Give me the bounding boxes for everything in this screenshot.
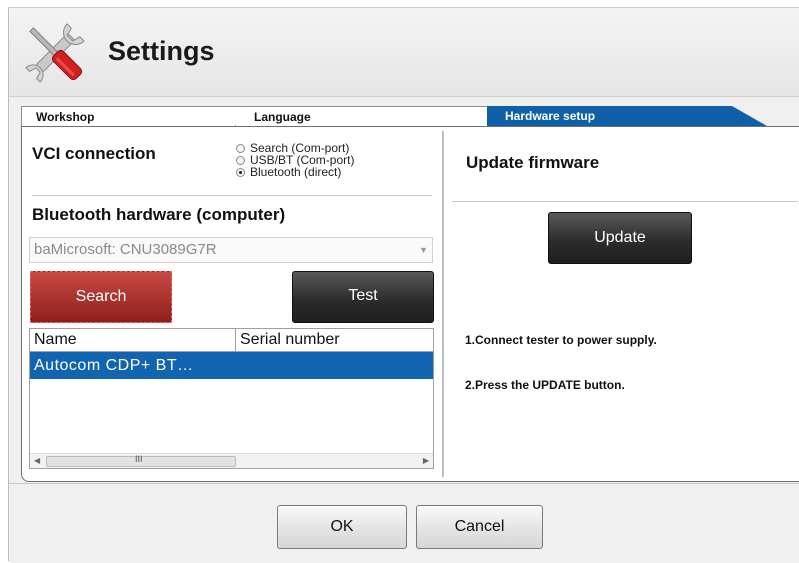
panel-divider xyxy=(442,131,444,477)
scroll-right-icon[interactable]: ▶ xyxy=(423,454,429,468)
list-item[interactable]: Autocom CDP+ BT… xyxy=(30,352,433,379)
bluetooth-adapter-select[interactable]: baMicrosoft: CNU3089G7R ▼ xyxy=(29,237,433,263)
column-header-name[interactable]: Name xyxy=(34,331,77,349)
column-header-serial[interactable]: Serial number xyxy=(240,331,340,349)
horizontal-scrollbar[interactable]: ◀ III ▶ xyxy=(30,453,433,468)
tab-language[interactable]: Language xyxy=(235,106,497,126)
vci-radio-group: Search (Com-port) USB/BT (Com-port) Blue… xyxy=(236,142,354,178)
tab-hardware-setup[interactable]: Hardware setup xyxy=(487,106,767,126)
scroll-thumb[interactable]: III xyxy=(46,454,236,467)
hardware-setup-panel: VCI connection Search (Com-port) USB/BT … xyxy=(21,126,799,482)
radio-icon xyxy=(236,143,245,153)
list-header: Name Serial number xyxy=(30,329,433,352)
select-value: baMicrosoft: CNU3089G7R xyxy=(34,241,217,258)
radio-bluetooth-direct[interactable]: Bluetooth (direct) xyxy=(236,166,354,178)
list-item-name: Autocom CDP+ BT… xyxy=(34,357,194,374)
radio-checked-icon xyxy=(236,167,245,177)
update-firmware-heading: Update firmware xyxy=(466,153,600,172)
footer: OK Cancel xyxy=(9,483,799,563)
tab-workshop[interactable]: Workshop xyxy=(21,106,245,126)
scroll-left-icon[interactable]: ◀ xyxy=(34,454,40,468)
search-button[interactable]: Search xyxy=(30,271,172,323)
tools-icon xyxy=(25,23,85,83)
instruction-step-2: 2.Press the UPDATE button. xyxy=(465,378,625,392)
divider xyxy=(32,195,432,196)
vci-connection-heading: VCI connection xyxy=(32,144,156,163)
instruction-step-1: 1.Connect tester to power supply. xyxy=(465,333,657,347)
header: Settings xyxy=(9,8,799,97)
device-list: Name Serial number Autocom CDP+ BT… ◀ II… xyxy=(29,328,434,469)
page-title: Settings xyxy=(108,36,215,66)
scroll-grip: III xyxy=(135,454,143,464)
ok-button[interactable]: OK xyxy=(277,505,407,549)
divider xyxy=(452,201,798,202)
update-button[interactable]: Update xyxy=(548,212,692,264)
radio-icon xyxy=(236,155,245,165)
bluetooth-hardware-heading: Bluetooth hardware (computer) xyxy=(32,205,286,224)
column-separator[interactable] xyxy=(235,329,236,351)
settings-window: Settings Workshop Language Hardware setu… xyxy=(8,7,799,563)
chevron-down-icon: ▼ xyxy=(419,245,428,255)
test-button[interactable]: Test xyxy=(292,271,434,323)
radio-label: Bluetooth (direct) xyxy=(250,165,342,179)
cancel-button[interactable]: Cancel xyxy=(416,505,543,549)
